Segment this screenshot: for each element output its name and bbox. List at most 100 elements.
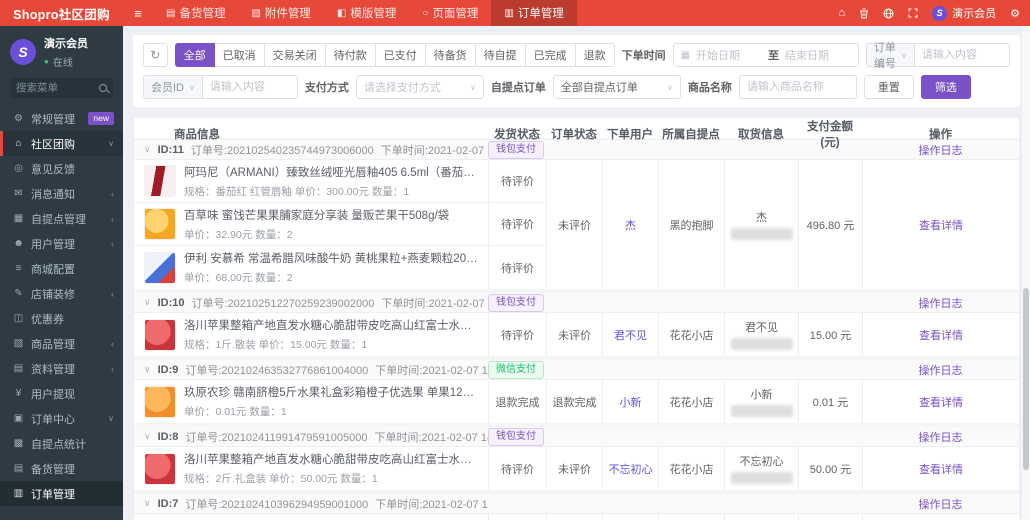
navbar-user-menu[interactable]: S 演示会员 xyxy=(932,5,996,21)
sidebar-item-decorate[interactable]: ✎ 店铺装修 ‹ xyxy=(0,281,123,306)
order-no-field-select[interactable]: 订单编号 ∨ xyxy=(866,43,914,67)
order-time: 下单时间:2021-02-07 14:51:22 xyxy=(381,295,488,311)
order-group-row: ∨ ID:9 订单号:202102463532776861004000 下单时间… xyxy=(134,360,1019,380)
chevron-down-icon: ∨ xyxy=(108,414,114,423)
orders-table: 商品信息 发货状态 订单状态 下单用户 所属自提点 取货信息 支付金额(元) 操… xyxy=(133,117,1020,520)
status-tab-finished[interactable]: 已完成 xyxy=(526,43,576,67)
view-detail-link[interactable]: 查看详情 xyxy=(919,327,963,343)
view-detail-link[interactable]: 查看详情 xyxy=(919,394,963,410)
ship-status-column: 退款完成 xyxy=(488,380,546,423)
product-thumbnail xyxy=(144,453,176,485)
sidebar-item-feedback[interactable]: ◎ 意见反馈 xyxy=(0,156,123,181)
reset-button[interactable]: 重置 xyxy=(864,75,914,99)
sidebar-item-order-center[interactable]: ▣ 订单中心 ∨ xyxy=(0,406,123,431)
status-tab-refund[interactable]: 退款 xyxy=(576,43,615,67)
pickup-info: 小新 xyxy=(724,380,798,423)
sidebar-item-mall-config[interactable]: ≡ 商城配置 xyxy=(0,256,123,281)
status-tab-all[interactable]: 全部 xyxy=(175,43,215,67)
sidebar-item-coupon[interactable]: ◫ 优惠券 xyxy=(0,306,123,331)
sidebar-item-withdraw[interactable]: ¥ 用户提现 xyxy=(0,381,123,406)
row-expand-icon[interactable]: ∨ xyxy=(144,297,151,308)
menu-search-box xyxy=(10,78,113,98)
view-detail-link[interactable]: 查看详情 xyxy=(919,217,963,233)
sidebar-item-order-mgmt[interactable]: ▥ 订单管理 xyxy=(0,481,123,506)
order-time: 下单时间:2021-02-07 14:41:03 xyxy=(375,496,488,512)
row-expand-icon[interactable]: ∨ xyxy=(144,144,151,155)
pickup-phone-blurred xyxy=(731,472,793,484)
topnav-tab-stock[interactable]: ▤ 备货管理 xyxy=(153,0,238,26)
sidebar-item-goods[interactable]: ▧ 商品管理 ‹ xyxy=(0,331,123,356)
topnav-tab-label: 备货管理 xyxy=(179,5,225,21)
product-thumbnail xyxy=(144,319,176,351)
home-icon[interactable]: ⌂ xyxy=(838,7,845,19)
products-column: 阿玛尼（ARMANI）臻致丝绒哑光唇釉405 6.5ml（番茄红 红管唇釉 口红… xyxy=(134,160,488,289)
status-tab-to-stock[interactable]: 待备货 xyxy=(426,43,476,67)
trash-icon[interactable] xyxy=(859,8,869,19)
order-user-link[interactable]: 杰 xyxy=(625,217,636,233)
member-id-input[interactable] xyxy=(202,75,298,99)
view-detail-link[interactable]: 查看详情 xyxy=(919,461,963,477)
sidebar-item-pickup-stats[interactable]: ▩ 自提点统计 xyxy=(0,431,123,456)
status-tab-closed[interactable]: 交易关闭 xyxy=(265,43,326,67)
sidebar-item-notice[interactable]: ✉ 消息通知 ‹ xyxy=(0,181,123,206)
chevron-left-icon: ‹ xyxy=(111,339,114,349)
sidebar-item-community[interactable]: ⌂ 社区团购 ∨ xyxy=(0,131,123,156)
sidebar-item-general[interactable]: ⚙ 常规管理 new xyxy=(0,106,123,131)
operation-log-link[interactable]: 操作日志 xyxy=(919,295,963,311)
filter-button[interactable]: 筛选 xyxy=(921,75,971,99)
hamburger-icon: ≡ xyxy=(134,6,142,21)
pay-type-badge: 钱包支付 xyxy=(488,428,544,446)
product-name: 洛川苹果整箱产地直发水糖心脆甜带皮吃高山红富士水果 75-80mm精品果带箱5斤… xyxy=(184,317,480,333)
refresh-button[interactable]: ↻ xyxy=(143,43,168,67)
row-expand-icon[interactable]: ∨ xyxy=(144,498,151,509)
status-tab-cancelled[interactable]: 已取消 xyxy=(215,43,265,67)
menu-search-input[interactable] xyxy=(16,82,99,94)
status-tab-paid[interactable]: 已支付 xyxy=(376,43,426,67)
topnav-tab-template[interactable]: ◧ 模版管理 xyxy=(324,0,409,26)
navbar-username: 演示会员 xyxy=(952,5,996,21)
fullscreen-icon[interactable] xyxy=(908,8,918,18)
topnav-tab-page[interactable]: ○ 页面管理 xyxy=(409,0,491,26)
status-tab-to-pickup[interactable]: 待自提 xyxy=(476,43,526,67)
sidebar-item-data[interactable]: ▤ 资料管理 ‹ xyxy=(0,356,123,381)
sidebar-item-pickup-point[interactable]: ▦ 自提点管理 ‹ xyxy=(0,206,123,231)
order-user-link[interactable]: 君不见 xyxy=(614,327,647,343)
product-row: 洛川苹果整箱产地直发水糖心脆甜带皮吃高山红富士水果 75-80mm精品果带箱5斤… xyxy=(134,313,488,356)
decorate-icon: ✎ xyxy=(12,288,25,299)
order-group-row: ∨ ID:7 订单号:202102410396294959001000 下单时间… xyxy=(134,494,1019,514)
chevron-down-icon: ∨ xyxy=(667,83,673,92)
topnav-tab-attachment[interactable]: ▨ 附件管理 xyxy=(238,0,323,26)
operation-log-link[interactable]: 操作日志 xyxy=(919,429,963,445)
language-icon[interactable] xyxy=(883,8,894,19)
sidebar-item-stock[interactable]: ▤ 备货管理 xyxy=(0,456,123,481)
topnav-tab-order[interactable]: ▥ 订单管理 xyxy=(491,0,576,26)
order-user-link[interactable]: 小新 xyxy=(620,394,642,410)
user-icon: ☻ xyxy=(12,238,25,249)
operation-log-link[interactable]: 操作日志 xyxy=(919,496,963,512)
sidebar-item-label: 商品管理 xyxy=(31,336,75,352)
col-pickup-point: 所属自提点 xyxy=(658,126,724,142)
pickup-order-select[interactable]: 全部自提点订单 ∨ xyxy=(553,75,681,99)
order-time-range-picker[interactable]: ▦ 开始日期 至 结束日期 xyxy=(673,43,859,67)
coupon-icon: ◫ xyxy=(12,313,25,324)
scrollbar-thumb[interactable] xyxy=(1023,288,1029,470)
pickup-name: 君不见 xyxy=(745,319,778,335)
member-id-field-select[interactable]: 会员ID ∨ xyxy=(143,75,202,99)
order-no-input[interactable] xyxy=(914,43,1010,67)
topnav-tab-label: 模版管理 xyxy=(350,5,396,21)
goods-name-input[interactable] xyxy=(739,75,857,99)
status-tab-unpaid[interactable]: 待付款 xyxy=(326,43,376,67)
operation-log-link[interactable]: 操作日志 xyxy=(919,362,963,378)
gear-icon[interactable]: ⚙ xyxy=(1010,7,1020,20)
topnav-tab-label: 页面管理 xyxy=(432,5,478,21)
order-user-link[interactable]: 不忘初心 xyxy=(609,461,653,477)
order-time: 下单时间:2021-02-07 14:54:02 xyxy=(381,142,488,158)
row-expand-icon[interactable]: ∨ xyxy=(144,364,151,375)
pay-method-select[interactable]: 请选择支付方式 ∨ xyxy=(356,75,484,99)
sidebar-item-user-mgmt[interactable]: ☻ 用户管理 ‹ xyxy=(0,231,123,256)
sidebar-user-panel[interactable]: S 演示会员 ● 在线 xyxy=(0,26,123,76)
pay-amount: 0.00 元 xyxy=(798,514,862,520)
sidebar-toggle-button[interactable]: ≡ xyxy=(123,0,153,26)
row-expand-icon[interactable]: ∨ xyxy=(144,431,151,442)
operation-log-link[interactable]: 操作日志 xyxy=(919,142,963,158)
